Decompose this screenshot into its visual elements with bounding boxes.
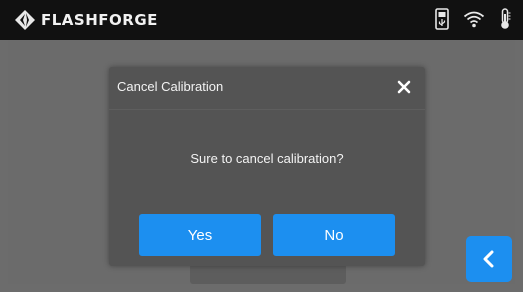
back-button[interactable] bbox=[466, 236, 512, 282]
printer-screen: FLASHFORGE Cancel Calibration Sure to ca… bbox=[0, 0, 523, 292]
cancel-calibration-dialog: Cancel Calibration Sure to cancel calibr… bbox=[109, 67, 425, 266]
top-status-bar: FLASHFORGE bbox=[0, 0, 523, 40]
chevron-left-icon bbox=[483, 250, 494, 268]
no-button[interactable]: No bbox=[273, 214, 395, 256]
brand-name: FLASHFORGE bbox=[41, 11, 158, 29]
yes-button[interactable]: Yes bbox=[139, 214, 261, 256]
dialog-title: Cancel Calibration bbox=[117, 79, 224, 94]
close-icon bbox=[397, 80, 411, 94]
dialog-header: Cancel Calibration bbox=[109, 67, 425, 110]
thermometer-icon bbox=[501, 8, 511, 29]
flashforge-logo-icon bbox=[15, 10, 35, 30]
dialog-message: Sure to cancel calibration? bbox=[190, 151, 344, 166]
usb-icon bbox=[435, 8, 449, 30]
status-icons bbox=[435, 8, 511, 30]
close-button[interactable] bbox=[395, 78, 413, 96]
background-panel bbox=[190, 264, 346, 284]
wifi-icon bbox=[463, 11, 485, 28]
brand-logo: FLASHFORGE bbox=[14, 9, 158, 31]
